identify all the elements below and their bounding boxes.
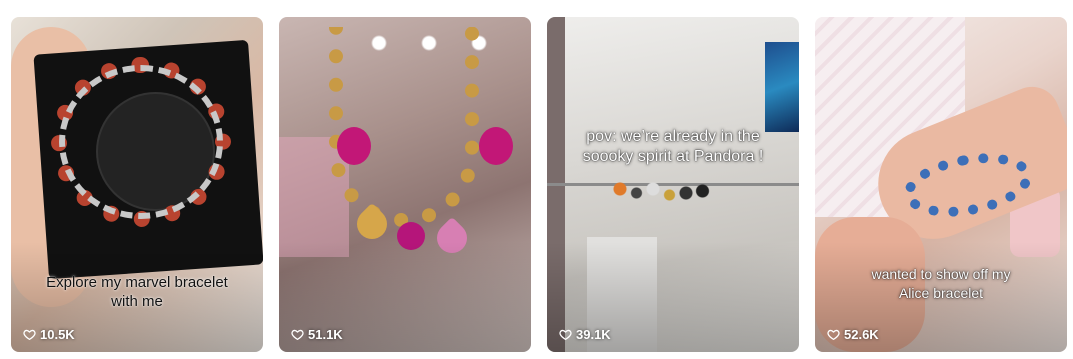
heart-outline-icon xyxy=(291,328,304,341)
video-card[interactable]: Explore my marvel bracelet with me 10.5K xyxy=(11,17,263,352)
video-caption: pov: we’re already in the soooky spirit … xyxy=(582,128,764,165)
like-count: 52.6K xyxy=(827,327,879,342)
store-screen-image xyxy=(765,42,799,132)
video-card[interactable]: wanted to show off my Alice bracelet 52.… xyxy=(815,17,1067,352)
like-count: 10.5K xyxy=(23,327,75,342)
video-card[interactable]: 51.1K xyxy=(279,17,531,352)
like-count-text: 51.1K xyxy=(308,327,343,342)
heart-outline-icon xyxy=(827,328,840,341)
like-count: 51.1K xyxy=(291,327,343,342)
like-count: 39.1K xyxy=(559,327,611,342)
heart-outline-icon xyxy=(23,328,36,341)
like-count-text: 52.6K xyxy=(844,327,879,342)
pink-bead-image xyxy=(337,127,371,165)
video-caption: wanted to show off my Alice bracelet xyxy=(871,266,1011,301)
like-count-text: 39.1K xyxy=(576,327,611,342)
halloween-charms-image xyxy=(609,177,719,217)
like-count-text: 10.5K xyxy=(40,327,75,342)
video-caption: Explore my marvel bracelet with me xyxy=(46,274,228,310)
bracelet-chain-image xyxy=(59,65,223,219)
heart-outline-icon xyxy=(559,328,572,341)
video-card[interactable]: pov: we’re already in the soooky spirit … xyxy=(547,17,799,352)
pink-bead-image xyxy=(479,127,513,165)
video-grid: Explore my marvel bracelet with me 10.5K… xyxy=(0,0,1073,359)
